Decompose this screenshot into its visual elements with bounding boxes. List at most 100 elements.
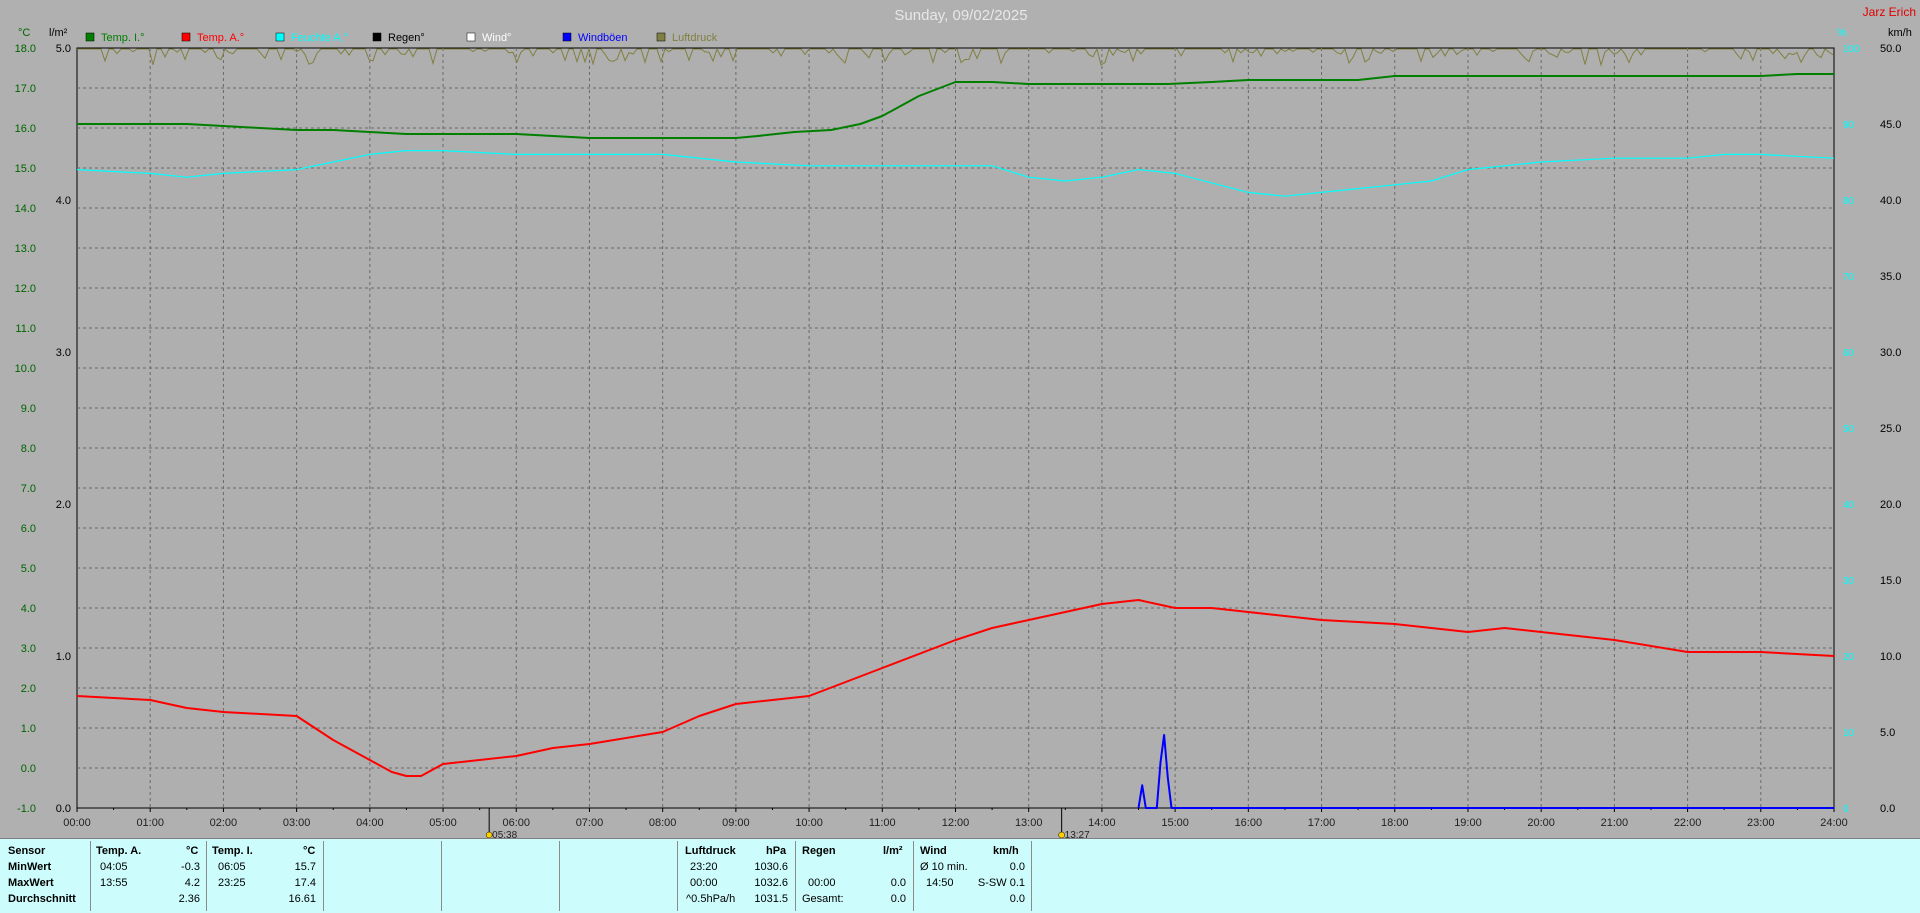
wind-avg-label: Ø 10 min. — [920, 861, 968, 873]
header-temp-a: Temp. A. — [96, 845, 142, 857]
legend-swatch — [181, 32, 191, 42]
y-left-temp-label: 16.0 — [15, 123, 36, 135]
brand-label: Jarz Erich — [1863, 5, 1916, 19]
y-left-temp-label: 5.0 — [21, 563, 36, 575]
y-right-humidity-label: 100 — [1843, 44, 1860, 55]
legend-label: Windböen — [578, 32, 628, 44]
min-temp-i-value: 15.7 — [294, 861, 316, 873]
x-tick-label: 20:00 — [1527, 817, 1555, 829]
y-right-humidity-label: 60 — [1843, 348, 1855, 359]
x-tick-label: 10:00 — [795, 817, 823, 829]
legend-label: Regen° — [388, 32, 425, 44]
y-left-temp-label: 3.0 — [21, 643, 36, 655]
x-tick-label: 23:00 — [1747, 817, 1775, 829]
y-left-rain-label: 3.0 — [56, 347, 71, 359]
header-unit-c: °C — [186, 845, 199, 857]
x-tick-label: 16:00 — [1235, 817, 1263, 829]
row-label-avg: Durchschnitt — [8, 893, 76, 905]
y-right-wind-label: 40.0 — [1880, 195, 1901, 207]
header-sensor: Sensor — [8, 845, 46, 857]
header-regen: Regen — [802, 845, 836, 857]
y-right-wind-label: 25.0 — [1880, 423, 1901, 435]
sun-marker-label: 13:27 — [1065, 830, 1090, 838]
x-tick-label: 08:00 — [649, 817, 677, 829]
y-right-humidity-label: 40 — [1843, 500, 1855, 511]
x-tick-label: 02:00 — [210, 817, 238, 829]
y-right-humidity-label: 90 — [1843, 120, 1855, 131]
y-left-temp-label: 9.0 — [21, 403, 36, 415]
y-right-humidity-label: 30 — [1843, 576, 1855, 587]
footer-separator — [795, 841, 796, 911]
x-tick-label: 03:00 — [283, 817, 311, 829]
y-left-temp-label: 10.0 — [15, 363, 36, 375]
y-right-humidity-label: 20 — [1843, 652, 1855, 663]
x-tick-label: 21:00 — [1601, 817, 1629, 829]
x-tick-label: 13:00 — [1015, 817, 1043, 829]
x-tick-label: 17:00 — [1308, 817, 1336, 829]
y-right-wind-label: 10.0 — [1880, 651, 1901, 663]
row-label-min: MinWert — [8, 861, 52, 873]
footer-separator — [206, 841, 207, 911]
legend-swatch — [372, 32, 382, 42]
wind-max-time: 14:50 — [926, 877, 954, 889]
y-left-temp-label: 0.0 — [21, 763, 36, 775]
max-temp-a-value: 4.2 — [184, 877, 200, 889]
footer-separator — [323, 841, 324, 911]
x-tick-label: 11:00 — [869, 817, 896, 829]
x-tick-label: 09:00 — [722, 817, 750, 829]
legend-swatch — [275, 32, 285, 42]
y-left-rain-label: 1.0 — [56, 651, 71, 663]
max-temp-i-value: 17.4 — [294, 877, 316, 889]
y-right-wind-label: 20.0 — [1880, 499, 1901, 511]
max-rain-value: 0.0 — [890, 877, 906, 889]
min-pressure-value: 1030.6 — [754, 861, 788, 873]
x-tick-label: 14:00 — [1088, 817, 1116, 829]
y-right-wind-label: 35.0 — [1880, 271, 1901, 283]
y-left-temp-label: 2.0 — [21, 683, 36, 695]
y-right-wind-label: 5.0 — [1880, 727, 1895, 739]
y-left-temp-label: 4.0 — [21, 603, 36, 615]
y-right-humidity-label: 80 — [1843, 196, 1855, 207]
header-luftdruck: Luftdruck — [685, 845, 736, 857]
y-left-temp-label: 6.0 — [21, 523, 36, 535]
header-temp-i: Temp. I. — [212, 845, 253, 857]
y-left-temp-label: 18.0 — [15, 43, 36, 55]
footer-separator — [913, 841, 914, 911]
avg-temp-a-value: 2.36 — [178, 893, 200, 905]
wind-avg-value-2: 0.0 — [1009, 893, 1025, 905]
legend-swatch — [562, 32, 572, 42]
min-temp-i-time: 06:05 — [218, 861, 246, 873]
weather-chart: 00:00 01:00 02:00 03:00 04:00 05:00 06:00 07:00… — [0, 0, 1920, 838]
legend-label: Temp. I.° — [101, 32, 145, 44]
chart-title: Sunday, 09/02/2025 — [894, 7, 1027, 24]
x-tick-label: 15:00 — [1161, 817, 1189, 829]
header-unit-kmh: km/h — [993, 845, 1019, 857]
x-tick-label: 05:00 — [429, 817, 457, 829]
x-tick-label: 22:00 — [1674, 817, 1702, 829]
y-left-rain-label: 0.0 — [56, 803, 71, 815]
unit-label-celsius: °C — [18, 27, 30, 39]
legend-swatch — [656, 32, 666, 42]
pressure-trend: ^0.5hPa/h — [686, 893, 736, 905]
unit-label-percent: % — [1837, 27, 1847, 39]
y-left-temp-label: 7.0 — [21, 483, 36, 495]
y-right-wind-label: 0.0 — [1880, 803, 1895, 815]
header-unit-c2: °C — [303, 845, 316, 857]
y-right-humidity-label: 50 — [1843, 424, 1855, 435]
unit-label-rain: l/m² — [49, 27, 68, 39]
rain-total-value: 0.0 — [890, 893, 906, 905]
stats-footer: Sensor Temp. A. °C Temp. I. °C Luftdruck… — [0, 838, 1920, 913]
min-pressure-time: 23:20 — [690, 861, 718, 873]
x-tick-label: 24:00 — [1820, 817, 1848, 829]
footer-separator — [441, 841, 442, 911]
y-left-temp-label: 14.0 — [15, 203, 36, 215]
x-tick-label: 06:00 — [502, 817, 530, 829]
y-left-temp-label: 12.0 — [15, 283, 36, 295]
avg-pressure-value: 1031.5 — [754, 893, 788, 905]
y-right-humidity-label: 70 — [1843, 272, 1855, 283]
max-pressure-value: 1032.6 — [754, 877, 788, 889]
y-left-temp-label: 1.0 — [21, 723, 36, 735]
y-left-rain-label: 2.0 — [56, 499, 71, 511]
y-left-temp-label: 8.0 — [21, 443, 36, 455]
max-rain-time: 00:00 — [808, 877, 836, 889]
